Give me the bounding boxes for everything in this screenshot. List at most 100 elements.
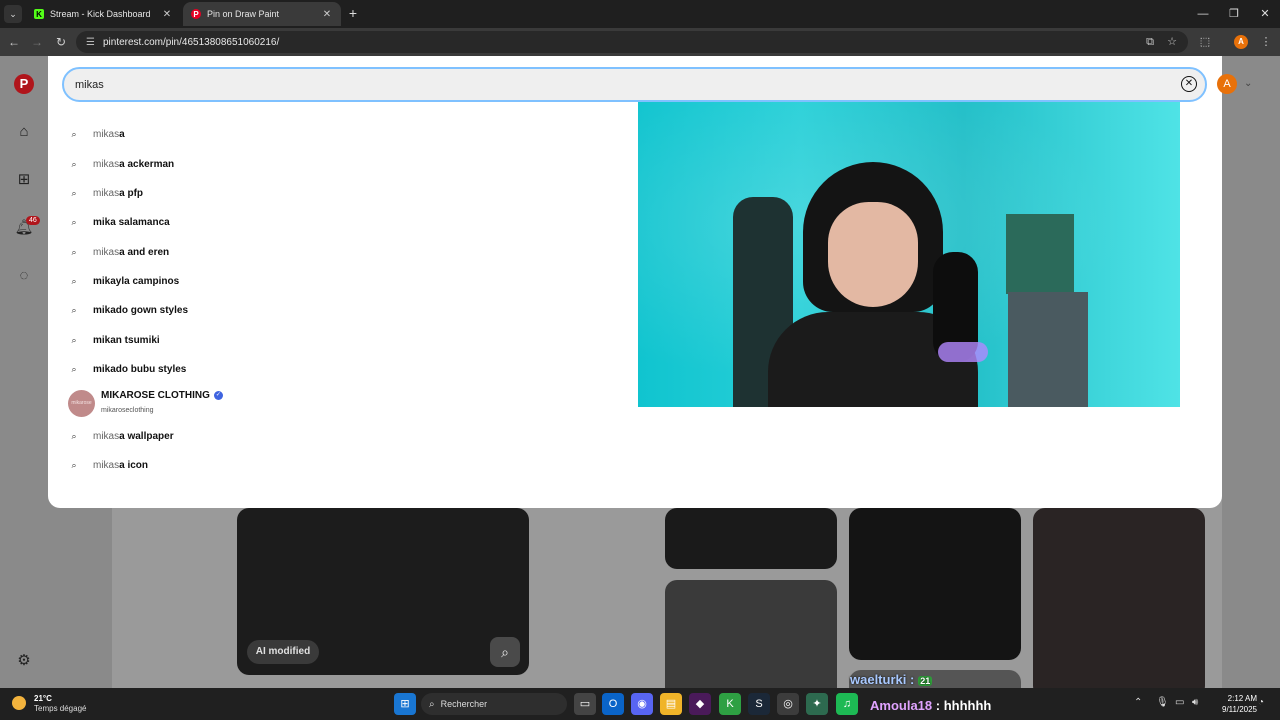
- chrome-icon[interactable]: ◎: [777, 693, 799, 715]
- site-info-icon[interactable]: ☰: [86, 37, 95, 48]
- discord-icon[interactable]: ◉: [631, 693, 653, 715]
- tab-search-chevron-icon[interactable]: ⌄: [4, 5, 22, 23]
- search-input[interactable]: [75, 78, 1075, 91]
- task-view-icon[interactable]: ▭: [574, 693, 596, 715]
- suggestion-item[interactable]: ⌕ mikas a pfp: [68, 184, 468, 202]
- kick-app-icon[interactable]: K: [719, 693, 741, 715]
- suggestion-item[interactable]: ⌕ mikan tsumiki: [68, 331, 468, 349]
- kick-favicon-icon: K: [34, 9, 44, 19]
- close-tab-icon[interactable]: ✕: [161, 9, 173, 20]
- tab-kick-dashboard[interactable]: K Stream - Kick Dashboard ✕: [26, 2, 181, 26]
- volume-icon[interactable]: 🔊︎: [1192, 697, 1198, 708]
- taskbar-search[interactable]: ⌕ Rechercher: [421, 693, 567, 715]
- close-window-icon[interactable]: ✕: [1250, 4, 1280, 24]
- account-name-text: MIKAROSE CLOTHING: [101, 390, 210, 401]
- account-suggestion[interactable]: mikarose MIKAROSE CLOTHING ✓ mikaroseclot…: [68, 390, 368, 418]
- search-input-container[interactable]: [62, 67, 1207, 102]
- home-icon[interactable]: ⌂: [14, 122, 34, 142]
- suggestion-suffix: a pfp: [119, 187, 144, 199]
- suggestion-suffix: a and eren: [119, 246, 170, 258]
- suggestion-item[interactable]: ⌕ mikas a: [68, 125, 468, 143]
- outlook-icon[interactable]: O: [602, 693, 624, 715]
- chat-username: waelturki :: [850, 672, 915, 687]
- address-bar[interactable]: ☰ pinterest.com/pin/465138086510602​16/: [76, 31, 1188, 53]
- user-avatar[interactable]: A: [1217, 74, 1237, 94]
- maximize-icon[interactable]: ❐: [1219, 4, 1249, 24]
- microphone-icon[interactable]: 🎙︎: [1156, 697, 1169, 708]
- pin-thumbnail[interactable]: [849, 508, 1021, 660]
- search-icon: ⌕: [71, 128, 77, 139]
- weather-widget[interactable]: 21°C Temps dégagé: [12, 694, 102, 716]
- left-sidebar: [0, 56, 48, 688]
- streamer-face: [828, 202, 918, 307]
- minimize-icon[interactable]: —: [1188, 4, 1218, 24]
- suggestion-suffix: mikan tsumiki: [93, 334, 160, 346]
- file-explorer-icon[interactable]: ▤: [660, 693, 682, 715]
- menu-kebab-icon[interactable]: ⋮: [1257, 33, 1275, 51]
- weather-moon-icon: [12, 696, 26, 710]
- network-icon[interactable]: ▭: [1175, 697, 1184, 708]
- suggestion-prefix: mikas: [93, 430, 120, 442]
- pin-thumbnail[interactable]: [665, 580, 837, 700]
- notification-center-icon[interactable]: ◔: [1258, 697, 1264, 708]
- suggestion-item[interactable]: ⌕ mikas a and eren: [68, 243, 468, 261]
- suggestion-prefix: mikas: [93, 459, 120, 471]
- suggestion-item[interactable]: ⌕ mikado bubu styles: [68, 360, 468, 378]
- verified-check-icon: ✓: [213, 391, 223, 400]
- reload-icon[interactable]: ↻: [52, 33, 70, 51]
- suggestion-suffix: a wallpaper: [119, 430, 174, 442]
- suggestion-item[interactable]: ⌕ mikas a ackerman: [68, 155, 468, 173]
- create-icon[interactable]: ⊞: [14, 170, 34, 190]
- chat-message-2: Amoula18 : hhhhhh: [870, 698, 991, 713]
- suggestion-item[interactable]: ⌕ mikayla campinos: [68, 272, 468, 290]
- search-icon: ⌕: [71, 459, 77, 470]
- app-icon[interactable]: ✦: [806, 693, 828, 715]
- close-tab-icon[interactable]: ✕: [321, 9, 333, 20]
- clear-search-icon[interactable]: ✕: [1181, 76, 1197, 92]
- pin-thumbnail[interactable]: [1033, 508, 1205, 698]
- tray-chevron-up-icon[interactable]: ⌃: [1134, 697, 1142, 708]
- settings-gear-icon[interactable]: ⚙: [14, 651, 34, 671]
- suggestion-item[interactable]: ⌕ mikas a wallpaper: [68, 427, 468, 445]
- install-app-icon[interactable]: ⧉: [1141, 33, 1159, 51]
- messages-icon[interactable]: ◌: [14, 266, 34, 286]
- account-chevron-down-icon[interactable]: ⌄: [1244, 78, 1252, 89]
- chat-text: : hhhhhh: [935, 698, 992, 713]
- account-handle: mikaroseclothing: [101, 407, 154, 414]
- search-icon: ⌕: [429, 698, 435, 710]
- notifications-badge: 46: [26, 216, 40, 225]
- visual-search-icon[interactable]: ⌕: [490, 637, 520, 667]
- search-icon: ⌕: [71, 304, 77, 315]
- suggestion-item[interactable]: ⌕ mika salamanca: [68, 213, 468, 231]
- app-icon[interactable]: ◆: [689, 693, 711, 715]
- account-name: MIKAROSE CLOTHING ✓: [101, 390, 223, 401]
- new-tab-icon[interactable]: +: [345, 5, 361, 21]
- bookmark-star-icon[interactable]: ☆: [1163, 33, 1181, 51]
- pinterest-logo-icon[interactable]: P: [14, 74, 34, 94]
- back-arrow-icon[interactable]: ←: [5, 33, 23, 51]
- forward-arrow-icon[interactable]: →: [28, 33, 46, 51]
- browser-profile-avatar[interactable]: A: [1234, 35, 1248, 49]
- tab-label: Stream - Kick Dashboard: [50, 9, 151, 19]
- search-icon: ⌕: [71, 158, 77, 169]
- webcam-overlay: [638, 102, 1180, 407]
- account-avatar: mikarose: [68, 390, 95, 417]
- suggestion-prefix: mikas: [93, 246, 120, 258]
- spotify-icon[interactable]: ♫: [836, 693, 858, 715]
- pin-thumbnail[interactable]: [665, 508, 837, 569]
- search-icon: ⌕: [71, 363, 77, 374]
- clock-time: 2:12 AM: [1227, 694, 1257, 703]
- suggestion-item[interactable]: ⌕ mikado gown styles: [68, 301, 468, 319]
- extensions-icon[interactable]: ⬚: [1196, 33, 1214, 51]
- search-icon: ⌕: [71, 216, 77, 227]
- tab-pin-on-draw-paint[interactable]: P Pin on Draw Paint ✕: [183, 2, 341, 26]
- suggestion-suffix: a: [119, 128, 125, 140]
- search-icon: ⌕: [71, 430, 77, 441]
- tab-label: Pin on Draw Paint: [207, 9, 280, 19]
- steam-icon[interactable]: S: [748, 693, 770, 715]
- suggestion-item[interactable]: ⌕ mikas a icon: [68, 456, 468, 474]
- suggestion-prefix: mikas: [93, 158, 120, 170]
- weather-description: Temps dégagé: [34, 704, 87, 713]
- system-clock[interactable]: 2:12 AM 9/11/2025: [1205, 693, 1257, 715]
- windows-start-icon[interactable]: ⊞: [394, 693, 416, 715]
